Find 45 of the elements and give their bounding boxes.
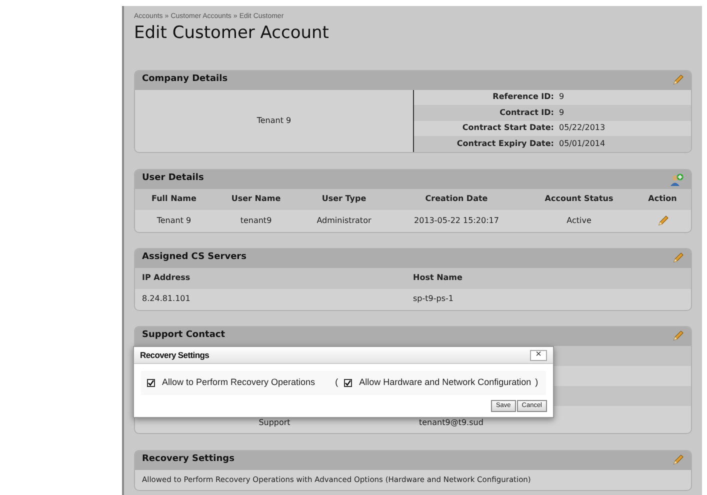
panel-title: Recovery Settings xyxy=(142,453,234,466)
table-cell: tenant9@t9.sud xyxy=(419,416,484,428)
column-header: Host Name xyxy=(413,272,464,284)
field-value: 05/22/2013 xyxy=(559,122,606,134)
table-cell-text: 8.24.81.101 xyxy=(142,293,192,305)
field-label: Contract ID: xyxy=(498,106,554,119)
field-label: Contract Start Date: xyxy=(461,122,554,134)
table-cell-text: Tenant 9 xyxy=(156,214,192,226)
table-cell-text: Support xyxy=(258,416,292,428)
pencil-icon[interactable] xyxy=(672,252,684,264)
pencil-icon[interactable] xyxy=(672,454,684,466)
table-cell-text: Active xyxy=(566,214,592,226)
parenthesis: ) xyxy=(535,376,538,390)
panel-title: Company Details xyxy=(142,73,228,86)
checkbox-label: Allow Hardware and Network Configuration xyxy=(359,376,532,390)
page-title: Edit Customer Account xyxy=(134,22,330,42)
field-value: 05/01/2014 xyxy=(559,138,606,150)
add-user-icon[interactable] xyxy=(670,172,684,186)
column-header: User Type xyxy=(320,193,368,205)
checkbox-label: Allow to Perform Recovery Operations xyxy=(162,376,316,390)
field-value: 9 xyxy=(559,91,564,104)
panel-title: User Details xyxy=(142,172,204,186)
field-value: 9 xyxy=(559,106,564,119)
checkbox[interactable] xyxy=(344,379,352,387)
field-label: Reference ID: xyxy=(492,91,554,104)
column-header: Action xyxy=(647,193,678,205)
table-cell-text: sp-t9-ps-1 xyxy=(413,293,454,305)
column-header: Account Status xyxy=(544,193,614,205)
table-cell-text: tenant9 xyxy=(239,214,273,226)
panel-title: Support Contact xyxy=(142,329,226,342)
checkbox[interactable] xyxy=(147,379,155,387)
dialog-title: Recovery Settings xyxy=(140,348,210,362)
pencil-icon[interactable] xyxy=(672,330,684,342)
close-button[interactable]: × xyxy=(530,350,547,360)
table-cell-text: Administrator xyxy=(316,214,372,226)
column-header: Creation Date xyxy=(424,193,489,205)
pencil-icon[interactable] xyxy=(672,74,684,86)
field-label: Contract Expiry Date: xyxy=(456,138,554,150)
pencil-icon[interactable] xyxy=(656,214,668,226)
table-cell-text: 2013-05-22 15:20:17 xyxy=(413,214,500,226)
parenthesis: ( xyxy=(335,376,338,390)
column-header: User Name xyxy=(230,193,282,205)
panel-title: Assigned CS Servers xyxy=(142,251,246,264)
column-header: IP Address xyxy=(142,272,192,284)
column-header: Full Name xyxy=(150,193,198,205)
